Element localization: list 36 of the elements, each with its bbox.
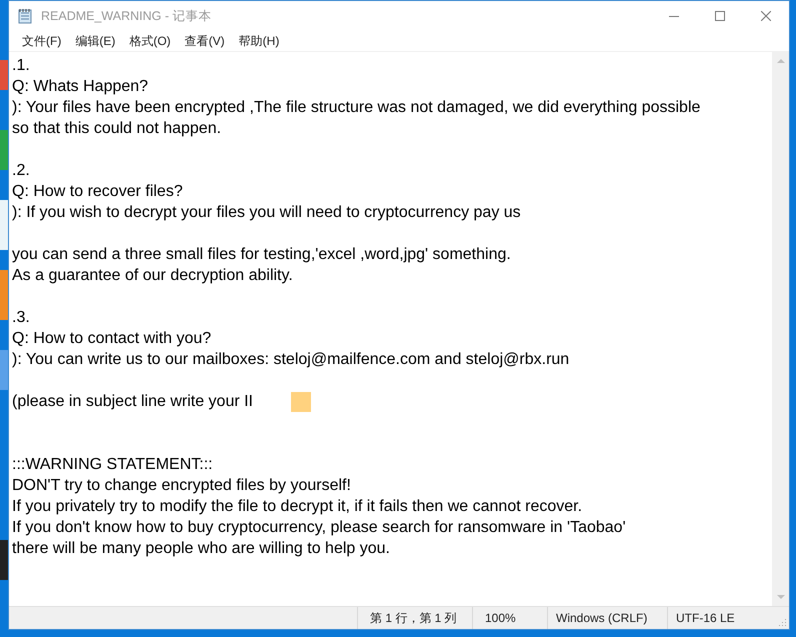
maximize-icon[interactable] [715,11,725,21]
text-line: you can send a three small files for testing,'excel ,word,jpg' something. [12,245,512,265]
text-line: If you don't know how to buy cryptocurrency, please search for ransomware in 'Taobao' [12,518,627,538]
text-line: there will be many people who are willing to help you. [12,539,391,559]
text-line: .1. [12,56,31,76]
scroll-up-icon [776,58,784,64]
menu-item[interactable]: 帮助(H) [232,31,286,51]
text-line: DON'T try to change encrypted files by yourself! [12,476,352,496]
notepad-icon [17,8,33,24]
window-title: README_WARNING - 记事本 [41,8,212,24]
menu-item[interactable]: 格式(O) [122,31,178,51]
text-line: As a guarantee of our decryption ability. [12,266,294,286]
text-line: .3. [12,308,31,328]
text-line: ): Your files have been encrypted ,The file structure was not damaged, we did everything possible [12,98,702,118]
vertical-scrollbar[interactable] [772,52,789,606]
scroll-down-icon [776,594,784,600]
redaction-mark [291,392,311,412]
menu-item[interactable]: 编辑(E) [68,31,122,51]
resize-grip-icon [779,619,786,626]
encoding: UTF-16 LE [667,607,772,629]
text-line: Q: How to recover files? [12,182,184,202]
text-line: Q: How to contact with you? [12,329,212,349]
menu-item[interactable]: 查看(V) [178,31,232,51]
menu-item[interactable]: 文件(F) [15,31,68,51]
text-line: so that this could not happen. [12,119,222,139]
line-ending: Windows (CRLF) [547,607,667,629]
text-line: If you privately try to modify the file to decrypt it, if it fails then we cannot recover. [12,497,584,517]
text-line: ): You can write us to our mailboxes: steloj@mailfence.com and steloj@rbx.run [12,350,570,370]
zoom-level: 100% [472,607,547,629]
text-line: Q: Whats Happen? [12,77,150,97]
close-icon[interactable] [761,11,771,21]
text-line: ): If you wish to decrypt your files you will need to cryptocurrency pay us [12,203,522,223]
text-line: :::WARNING STATEMENT::: [12,455,214,475]
text-line: .2. [12,161,31,181]
text-line: (please in subject line write your II [12,392,253,412]
cursor-position: 第 1 行，第 1 列 [357,607,472,629]
